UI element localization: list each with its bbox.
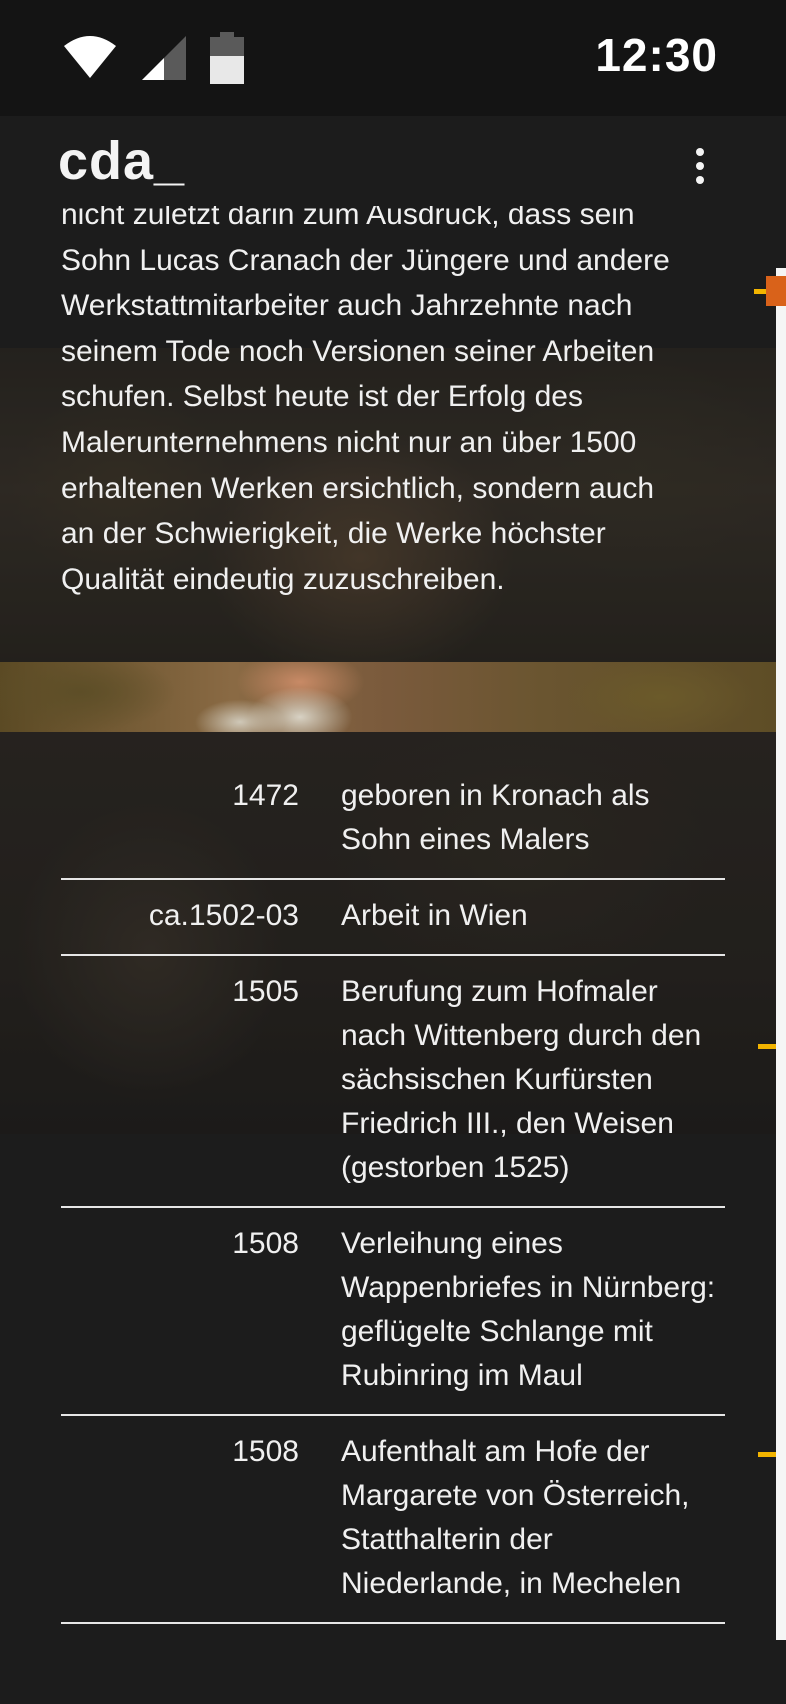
timeline-table: 1472 geboren in Kronach als Sohn eines M… bbox=[61, 760, 725, 1624]
timeline-event: Verleihung eines Wappenbriefes in Nürnbe… bbox=[341, 1227, 716, 1392]
scrollbar-track[interactable] bbox=[776, 268, 786, 1640]
cellular-signal-icon bbox=[142, 36, 186, 80]
screen: nicht zuletzt darin zum Ausdruck, dass s… bbox=[0, 0, 786, 1704]
timeline-event: Aufenthalt am Hofe der Margarete von Öst… bbox=[341, 1435, 690, 1600]
timeline-year: 1508 bbox=[232, 1435, 299, 1468]
intro-text-viewport: nicht zuletzt darin zum Ausdruck, dass s… bbox=[0, 206, 776, 656]
timeline-year: 1508 bbox=[232, 1227, 299, 1260]
status-bar: 12:30 bbox=[0, 0, 786, 116]
app-logo[interactable]: cda_ bbox=[58, 130, 185, 192]
timeline-event: Berufung zum Hofmaler nach Wittenberg du… bbox=[341, 975, 702, 1184]
timeline-year: 1505 bbox=[232, 975, 299, 1008]
timeline-row: 1508 Verleihung eines Wappenbriefes in N… bbox=[61, 1208, 725, 1416]
timeline-row: 1472 geboren in Kronach als Sohn eines M… bbox=[61, 760, 725, 880]
scroll-marker bbox=[758, 1452, 776, 1457]
timeline-year: ca.1502-03 bbox=[148, 899, 299, 932]
timeline-event: geboren in Kronach als Sohn eines Malers bbox=[341, 779, 650, 856]
scrollbar-thumb[interactable] bbox=[766, 276, 786, 306]
timeline-year: 1472 bbox=[232, 779, 299, 812]
timeline-row: ca.1502-03 Arbeit in Wien bbox=[61, 880, 725, 956]
intro-paragraph: nicht zuletzt darin zum Ausdruck, dass s… bbox=[61, 206, 670, 596]
battery-icon bbox=[210, 32, 244, 84]
status-clock: 12:30 bbox=[595, 29, 718, 81]
scroll-marker bbox=[758, 1044, 776, 1049]
painting-strip bbox=[0, 662, 776, 732]
app-bar: cda_ bbox=[0, 116, 786, 206]
timeline-event: Arbeit in Wien bbox=[341, 899, 528, 932]
timeline-row: 1505 Berufung zum Hofmaler nach Wittenbe… bbox=[61, 956, 725, 1208]
timeline-row: 1508 Aufenthalt am Hofe der Margarete vo… bbox=[61, 1416, 725, 1624]
more-options-button[interactable] bbox=[684, 146, 716, 186]
wifi-icon bbox=[64, 36, 116, 78]
